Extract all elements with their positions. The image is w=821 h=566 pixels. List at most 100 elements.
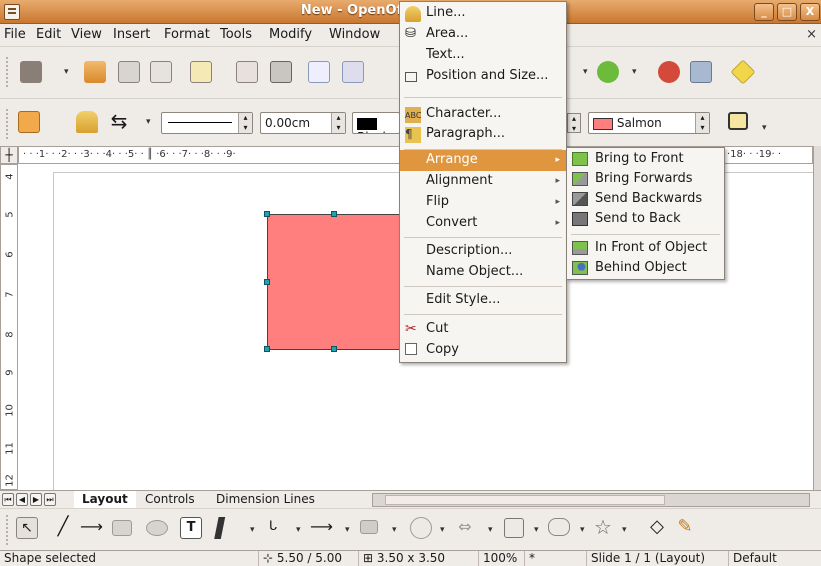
navigator-icon[interactable]: [690, 61, 712, 83]
submenu-item-in-front-of-object[interactable]: In Front of Object: [567, 238, 724, 259]
menu-item-convert[interactable]: Convert ▸: [400, 213, 566, 234]
menu-item-character[interactable]: ABC Character...: [400, 104, 566, 125]
maximize-button[interactable]: □: [777, 3, 797, 21]
menu-item-position-size[interactable]: Position and Size...: [400, 66, 566, 87]
dropdown-arrow-icon[interactable]: ▾: [392, 525, 397, 535]
minimize-button[interactable]: _: [754, 3, 774, 21]
menu-format[interactable]: Format: [164, 27, 210, 42]
dropdown-arrow-icon[interactable]: ▾: [345, 525, 350, 535]
dropdown-arrow-icon[interactable]: ▾: [762, 123, 767, 133]
menu-modify[interactable]: Modify: [269, 27, 312, 42]
chart-icon[interactable]: [658, 61, 680, 83]
connector-tool-icon[interactable]: ᒐ: [262, 517, 284, 539]
toolbar-grip[interactable]: [6, 515, 10, 545]
horizontal-scrollbar[interactable]: [372, 493, 810, 507]
next-tab-icon[interactable]: ▶: [30, 493, 42, 506]
lines-arrows-icon[interactable]: ⟶: [310, 517, 333, 539]
load-url-icon[interactable]: [20, 61, 42, 83]
last-tab-icon[interactable]: ⏭: [44, 493, 56, 506]
menu-item-alignment[interactable]: Alignment ▸: [400, 171, 566, 192]
menu-item-line[interactable]: Line...: [400, 3, 566, 24]
email-icon[interactable]: [150, 61, 172, 83]
resize-handle[interactable]: [331, 211, 337, 217]
edit-file-icon[interactable]: [190, 61, 212, 83]
arrow-style-icon[interactable]: ⇆: [108, 111, 130, 133]
shadow-icon[interactable]: [728, 112, 748, 130]
tab-dimension-lines[interactable]: Dimension Lines: [208, 491, 323, 508]
dropdown-arrow-icon[interactable]: ▾: [146, 117, 151, 127]
block-arrows-icon[interactable]: ⇔: [454, 517, 476, 539]
gallery-icon[interactable]: [730, 59, 756, 85]
points-icon[interactable]: ◇: [646, 517, 668, 539]
resize-handle[interactable]: [264, 211, 270, 217]
symbol-shapes-icon[interactable]: [410, 517, 432, 539]
line-color-field[interactable]: Black: [352, 112, 400, 134]
prev-tab-icon[interactable]: ◀: [16, 493, 28, 506]
toolbar-grip[interactable]: [6, 109, 10, 139]
menu-item-text[interactable]: Text...: [400, 45, 566, 66]
line-icon[interactable]: [76, 111, 98, 133]
submenu-item-behind-object[interactable]: Behind Object: [567, 258, 724, 279]
menu-file[interactable]: File: [4, 27, 26, 42]
export-pdf-icon[interactable]: [236, 61, 258, 83]
menu-item-name-object[interactable]: Name Object...: [400, 262, 566, 283]
menu-item-edit-style[interactable]: Edit Style...: [400, 290, 566, 311]
menu-item-flip[interactable]: Flip ▸: [400, 192, 566, 213]
callouts-icon[interactable]: [548, 518, 570, 536]
dropdown-arrow-icon[interactable]: ▾: [622, 525, 627, 535]
resize-handle[interactable]: [331, 346, 337, 352]
dropdown-arrow-icon[interactable]: ▾: [64, 67, 69, 77]
dropdown-arrow-icon[interactable]: ▾: [296, 525, 301, 535]
glue-points-icon[interactable]: ✎: [674, 517, 696, 539]
submenu-item-send-to-back[interactable]: Send to Back: [567, 209, 724, 230]
resize-handle[interactable]: [264, 279, 270, 285]
submenu-item-bring-to-front[interactable]: Bring to Front: [567, 149, 724, 170]
ruler-corner[interactable]: ┼: [0, 146, 18, 164]
dropdown-arrow-icon[interactable]: ▾: [580, 525, 585, 535]
ellipse-tool-icon[interactable]: [146, 520, 168, 536]
open-icon[interactable]: [84, 61, 106, 83]
first-tab-icon[interactable]: ⏮: [2, 493, 14, 506]
menu-item-cut[interactable]: ✂ Cut: [400, 319, 566, 340]
arrow-tool-icon[interactable]: ⟶: [80, 517, 103, 539]
tab-controls[interactable]: Controls: [137, 491, 203, 508]
dropdown-arrow-icon[interactable]: ▾: [440, 525, 445, 535]
fill-color-spin-icon[interactable]: ▴ ▾: [695, 113, 709, 133]
line-style-field[interactable]: ▴ ▾: [161, 112, 253, 134]
spellcheck-icon[interactable]: [308, 61, 330, 83]
basic-shapes-icon[interactable]: [360, 520, 378, 534]
dropdown-arrow-icon[interactable]: ▾: [488, 525, 493, 535]
menu-item-area[interactable]: ⛁ Area...: [400, 24, 566, 45]
menu-tools[interactable]: Tools: [220, 27, 252, 42]
autospellcheck-icon[interactable]: [342, 61, 364, 83]
line-tool-icon[interactable]: ╱: [52, 517, 74, 539]
menu-insert[interactable]: Insert: [113, 27, 150, 42]
rectangle-tool-icon[interactable]: [112, 520, 132, 536]
dropdown-arrow-icon[interactable]: ▾: [250, 525, 255, 535]
line-width-field[interactable]: 0.00cm ▴ ▾: [260, 112, 346, 134]
dropdown-arrow-icon[interactable]: ▾: [583, 67, 588, 77]
curve-tool-icon[interactable]: [214, 517, 226, 539]
menu-window[interactable]: Window: [329, 27, 380, 42]
line-style-spin-icon[interactable]: ▴ ▾: [238, 113, 252, 133]
selected-rectangle-shape[interactable]: [267, 214, 407, 350]
dropdown-arrow-icon[interactable]: ▾: [534, 525, 539, 535]
tab-layout[interactable]: Layout: [74, 491, 136, 508]
submenu-item-bring-forwards[interactable]: Bring Forwards: [567, 169, 724, 190]
stars-icon[interactable]: ☆: [592, 517, 614, 539]
menu-item-copy[interactable]: Copy: [400, 340, 566, 361]
styles-icon[interactable]: [18, 111, 40, 133]
menu-edit[interactable]: Edit: [36, 27, 61, 42]
scrollbar-thumb[interactable]: [385, 495, 665, 505]
save-icon[interactable]: [118, 61, 140, 83]
select-icon[interactable]: ↖: [16, 517, 38, 539]
status-zoom[interactable]: 100%: [478, 551, 524, 566]
menu-view[interactable]: View: [71, 27, 102, 42]
submenu-item-send-backwards[interactable]: Send Backwards: [567, 189, 724, 210]
line-width-spin-icon[interactable]: ▴ ▾: [331, 113, 345, 133]
flowcharts-icon[interactable]: [504, 518, 524, 538]
menu-item-arrange[interactable]: Arrange ▸: [400, 150, 566, 171]
menu-item-paragraph[interactable]: ¶ Paragraph...: [400, 124, 566, 145]
fill-color-field[interactable]: Salmon ▴ ▾: [588, 112, 710, 134]
close-document-icon[interactable]: ×: [806, 27, 817, 42]
